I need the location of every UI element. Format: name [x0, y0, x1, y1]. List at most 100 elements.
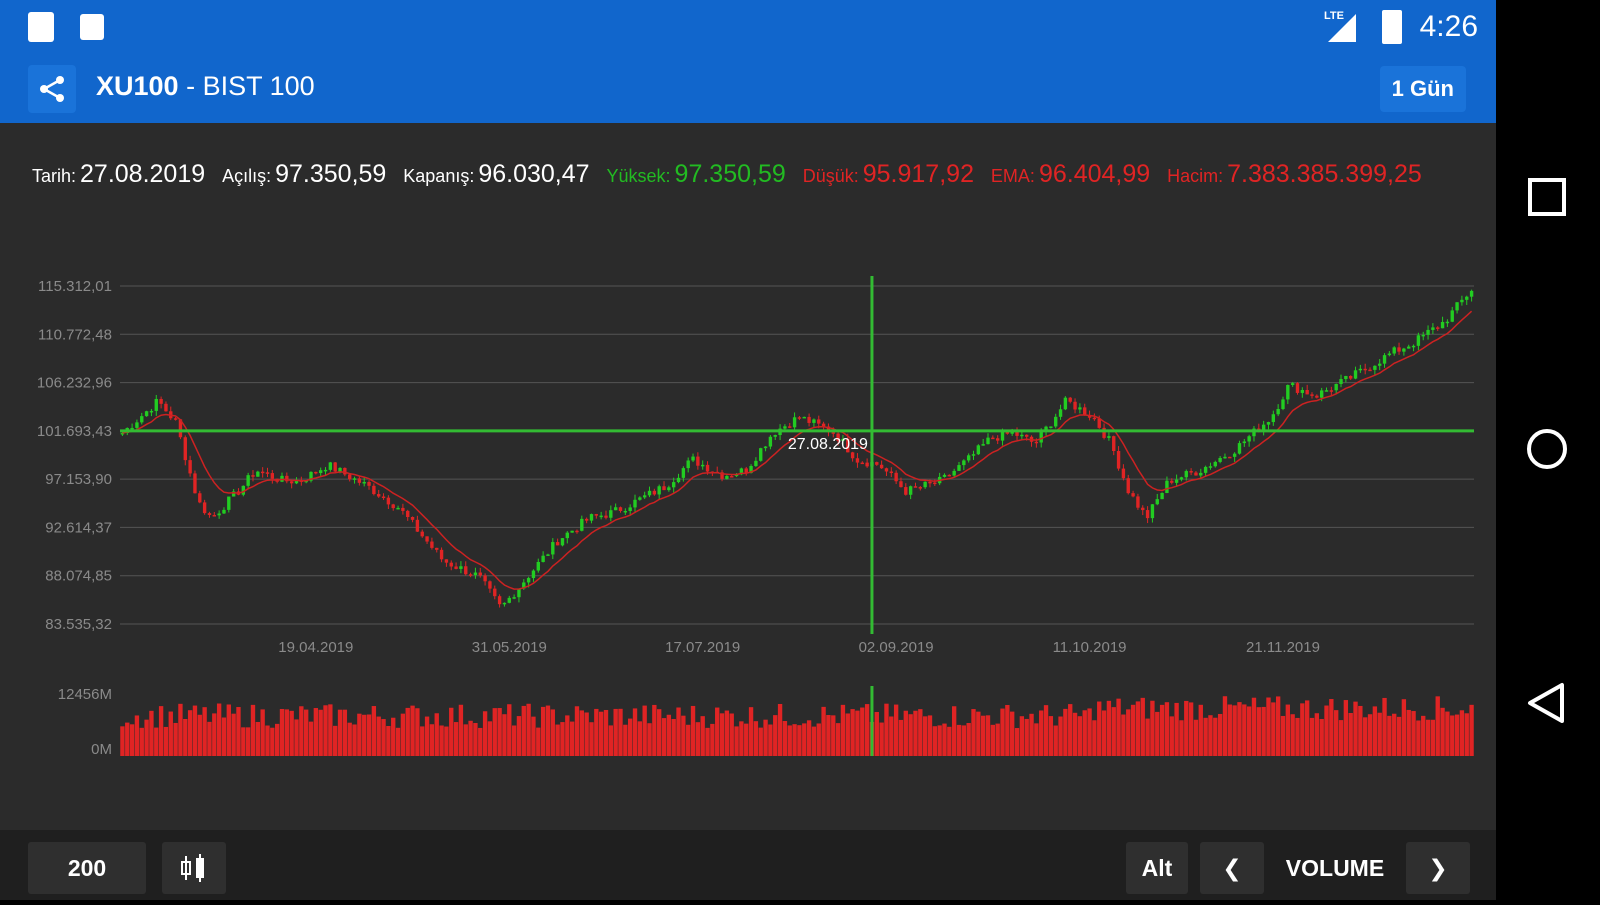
candle-body	[705, 464, 710, 472]
candle	[439, 547, 444, 563]
volume-bars	[120, 696, 1474, 756]
candle-body	[377, 494, 381, 497]
candle-body	[942, 474, 947, 477]
candle	[372, 483, 376, 496]
volume-bar	[584, 712, 589, 756]
back-button[interactable]	[1528, 683, 1564, 723]
next-indicator-button[interactable]: ❯	[1406, 842, 1470, 894]
candle	[164, 401, 168, 412]
candle-body	[773, 435, 777, 437]
high-value: 97.350,59	[674, 160, 786, 188]
candle	[628, 504, 632, 516]
volume-bar	[777, 703, 783, 756]
candle	[1378, 359, 1382, 371]
candle-body	[1232, 453, 1237, 457]
share-button[interactable]	[28, 65, 76, 113]
volume-bar	[1406, 709, 1411, 756]
candle	[1112, 435, 1116, 456]
volume-bar	[976, 711, 981, 756]
candle-body	[686, 460, 690, 469]
crosshair: 27.08.2019	[120, 276, 1474, 756]
volume-bar	[270, 727, 275, 756]
candle-body	[812, 419, 816, 423]
candle	[1131, 490, 1135, 498]
indicator-label: VOLUME	[1285, 854, 1385, 881]
volume-bar	[362, 714, 367, 756]
candle-body	[555, 542, 560, 546]
candle-body	[725, 476, 729, 479]
volume-bar	[492, 708, 497, 756]
price-chart[interactable]: 115.312,01 110.772,48 106.232,96 101.693,43…	[0, 240, 1496, 760]
volume-bar	[129, 724, 135, 756]
period-button[interactable]: 1 Gün	[1379, 66, 1466, 112]
candle-body	[763, 446, 768, 449]
candle	[589, 513, 594, 524]
candle-body	[908, 486, 913, 495]
chart-type-button[interactable]	[162, 842, 226, 894]
volume-bar	[753, 721, 759, 756]
volume-bar	[313, 708, 319, 756]
candle	[821, 421, 826, 431]
candle-body	[193, 473, 197, 494]
candle-body	[328, 462, 333, 470]
volume-bar	[502, 714, 507, 756]
volume-bar	[1285, 704, 1291, 756]
volume-bar	[657, 709, 662, 756]
candle	[1310, 392, 1314, 399]
volume-bar	[1188, 702, 1194, 756]
period-count-button[interactable]: 200	[28, 842, 146, 894]
candle-body	[589, 514, 594, 521]
volume-bar	[661, 718, 667, 756]
candle	[1329, 386, 1334, 396]
volume-bar	[395, 727, 401, 756]
candle	[352, 476, 357, 484]
candle-body	[202, 502, 207, 514]
candle	[1155, 493, 1159, 506]
candle	[1068, 396, 1072, 404]
volume-bar	[947, 726, 952, 756]
recents-button[interactable]	[1528, 178, 1566, 216]
candle	[1411, 344, 1416, 352]
candle	[942, 473, 947, 478]
candle	[1083, 403, 1087, 416]
candle-body	[1286, 385, 1290, 400]
volume-bar	[1251, 697, 1257, 756]
candle-body	[580, 518, 584, 531]
alt-button[interactable]: Alt	[1126, 842, 1188, 894]
volume-bar	[531, 716, 536, 756]
volume-bar	[942, 723, 947, 756]
ema-value: 96.404,99	[1038, 160, 1151, 188]
candle	[937, 472, 942, 486]
candle-body	[507, 597, 511, 603]
candle-body	[991, 437, 995, 440]
symbol-code: XU100	[96, 71, 179, 101]
volume-bar	[666, 714, 672, 756]
volume-bar	[178, 703, 183, 756]
candle	[686, 457, 690, 473]
volume-bar	[1266, 697, 1271, 756]
volume-bar	[1232, 705, 1237, 756]
home-button[interactable]	[1527, 429, 1567, 469]
candle-body	[1315, 395, 1319, 398]
volume-bar	[613, 708, 618, 756]
candle	[947, 474, 952, 477]
prev-indicator-button[interactable]: ❮	[1200, 842, 1264, 894]
x-tick-label: 19.04.2019	[278, 639, 353, 656]
volume-bar	[202, 707, 207, 756]
candle-body	[1431, 327, 1435, 330]
candle	[333, 461, 337, 473]
candle-body	[1107, 436, 1111, 438]
candle	[662, 481, 666, 491]
candle	[483, 573, 487, 586]
candle-body	[551, 542, 555, 555]
volume-bar	[1082, 710, 1087, 756]
candle-body	[1145, 510, 1150, 519]
candle	[1353, 366, 1358, 380]
candle	[633, 494, 637, 513]
candle	[812, 418, 816, 428]
candle	[386, 495, 391, 510]
candle	[1281, 396, 1285, 411]
volume-bar	[371, 706, 377, 756]
candle-body	[1276, 409, 1280, 415]
candle	[792, 412, 797, 431]
